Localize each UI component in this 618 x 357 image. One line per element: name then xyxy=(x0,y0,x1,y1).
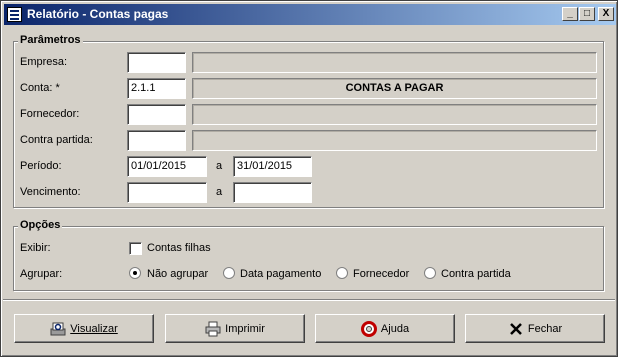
close-window-button[interactable]: X xyxy=(598,7,614,21)
title-bar[interactable]: Relatório - Contas pagas _ □ X xyxy=(4,4,616,25)
ajuda-button[interactable]: Ajuda xyxy=(315,314,455,343)
visualizar-button[interactable]: Visualizar xyxy=(14,314,154,343)
vencimento-to-input[interactable] xyxy=(233,182,312,203)
maximize-button[interactable]: □ xyxy=(579,7,595,21)
radio-contra-partida-label[interactable]: Contra partida xyxy=(441,268,511,280)
ajuda-label: Ajuda xyxy=(380,322,410,335)
contas-filhas-checkbox[interactable] xyxy=(129,242,142,255)
contas-filhas-label[interactable]: Contas filhas xyxy=(147,242,211,254)
fechar-button[interactable]: Fechar xyxy=(465,314,605,343)
periodo-to-input[interactable]: 31/01/2015 xyxy=(233,156,312,177)
radio-data-pagamento-label[interactable]: Data pagamento xyxy=(240,268,321,280)
fornecedor-code-input[interactable] xyxy=(127,104,186,125)
printer-icon xyxy=(205,321,221,337)
empresa-description xyxy=(192,52,597,73)
agrupar-label: Agrupar: xyxy=(20,268,63,280)
app-icon[interactable] xyxy=(7,7,22,22)
empresa-code-input[interactable] xyxy=(127,52,186,73)
minimize-button[interactable]: _ xyxy=(562,7,578,21)
opcoes-group: Opções xyxy=(13,219,604,291)
radio-data-pagamento[interactable] xyxy=(223,267,235,279)
opcoes-title: Opções xyxy=(18,219,63,231)
empresa-label: Empresa: xyxy=(20,56,68,68)
fechar-label: Fechar xyxy=(527,322,563,335)
fornecedor-label: Fornecedor: xyxy=(20,108,80,120)
close-x-icon xyxy=(508,321,524,337)
radio-contra-partida[interactable] xyxy=(424,267,436,279)
imprimir-label: Imprimir xyxy=(225,322,265,335)
contra-partida-label: Contra partida: xyxy=(20,134,93,146)
conta-label: Conta: * xyxy=(20,82,60,94)
button-separator xyxy=(3,299,615,301)
fornecedor-description xyxy=(192,104,597,125)
window-title: Relatório - Contas pagas xyxy=(27,7,169,21)
preview-icon xyxy=(50,321,66,337)
radio-nao-agrupar-label[interactable]: Não agrupar xyxy=(147,268,208,280)
conta-description: CONTAS A PAGAR xyxy=(192,78,597,99)
contra-partida-description xyxy=(192,130,597,151)
vencimento-separator: a xyxy=(216,186,223,198)
parametros-title: Parâmetros xyxy=(18,34,83,46)
radio-fornecedor[interactable] xyxy=(336,267,348,279)
vencimento-from-input[interactable] xyxy=(127,182,207,203)
conta-code-input[interactable]: 2.1.1 xyxy=(127,78,186,99)
contra-partida-code-input[interactable] xyxy=(127,130,186,151)
radio-fornecedor-label[interactable]: Fornecedor xyxy=(353,268,409,280)
visualizar-label: Visualizar xyxy=(70,322,118,335)
imprimir-button[interactable]: Imprimir xyxy=(165,314,305,343)
periodo-from-input[interactable]: 01/01/2015 xyxy=(127,156,207,177)
radio-nao-agrupar[interactable] xyxy=(129,267,141,279)
vencimento-label: Vencimento: xyxy=(20,186,81,198)
periodo-separator: a xyxy=(216,160,223,172)
exibir-label: Exibir: xyxy=(20,242,51,254)
report-window: Relatório - Contas pagas _ □ X Parâmetro… xyxy=(0,0,618,357)
periodo-label: Período: xyxy=(20,160,62,172)
lifebuoy-icon xyxy=(360,320,377,337)
